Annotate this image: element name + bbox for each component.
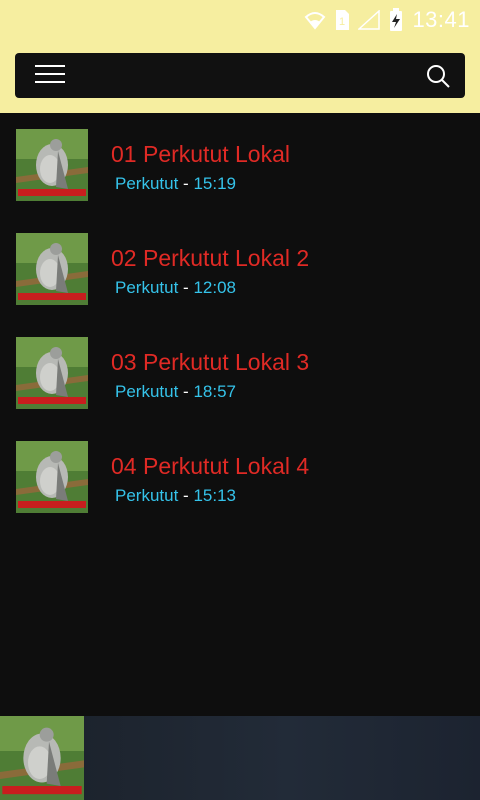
track-duration: 18:57: [193, 382, 236, 401]
track-item[interactable]: 01 Perkutut Lokal Perkutut - 15:19: [0, 113, 480, 217]
track-artist: Perkutut: [115, 382, 179, 401]
track-duration: 12:08: [193, 278, 236, 297]
track-title: 01 Perkutut Lokal: [111, 141, 291, 167]
svg-text:1: 1: [339, 16, 345, 28]
album-art: [16, 441, 88, 513]
track-title: 03 Perkutut Lokal 3: [111, 349, 310, 375]
track-list: 01 Perkutut Lokal Perkutut - 15:19 02 Pe…: [0, 113, 480, 529]
battery-charging-icon: [390, 8, 403, 31]
track-item[interactable]: 03 Perkutut Lokal 3 Perkutut - 18:57: [0, 321, 480, 425]
track-meta: Perkutut - 15:19: [115, 174, 236, 194]
track-artist: Perkutut: [115, 486, 179, 505]
album-art: [16, 129, 88, 201]
track-item[interactable]: 02 Perkutut Lokal 2 Perkutut - 12:08: [0, 217, 480, 321]
sim-icon: 1: [336, 10, 350, 30]
track-meta: Perkutut - 15:13: [115, 486, 236, 506]
track-duration: 15:19: [193, 174, 236, 193]
meta-separator: -: [183, 174, 189, 193]
wifi-icon: [305, 12, 326, 30]
track-duration: 15:13: [193, 486, 236, 505]
track-meta: Perkutut - 18:57: [115, 382, 236, 402]
clock: 13:41: [412, 7, 470, 32]
meta-separator: -: [183, 278, 189, 297]
search-icon[interactable]: [425, 63, 451, 89]
mini-player[interactable]: [0, 716, 480, 800]
status-icons: 1 13:41: [304, 6, 470, 34]
meta-separator: -: [183, 382, 189, 401]
album-art: [16, 337, 88, 409]
track-title: 02 Perkutut Lokal 2: [111, 245, 310, 271]
signal-icon: [358, 10, 381, 30]
status-bar: 1 13:41: [0, 0, 480, 40]
appbar-container: [0, 40, 480, 113]
toolbar: [15, 53, 465, 98]
track-meta: Perkutut - 12:08: [115, 278, 236, 298]
track-artist: Perkutut: [115, 174, 179, 193]
album-art: [16, 233, 88, 305]
track-title: 04 Perkutut Lokal 4: [111, 453, 310, 479]
player-album-art: [0, 716, 84, 800]
track-item[interactable]: 04 Perkutut Lokal 4 Perkutut - 15:13: [0, 425, 480, 529]
meta-separator: -: [183, 486, 189, 505]
track-artist: Perkutut: [115, 278, 179, 297]
hamburger-menu-icon[interactable]: [35, 65, 67, 87]
